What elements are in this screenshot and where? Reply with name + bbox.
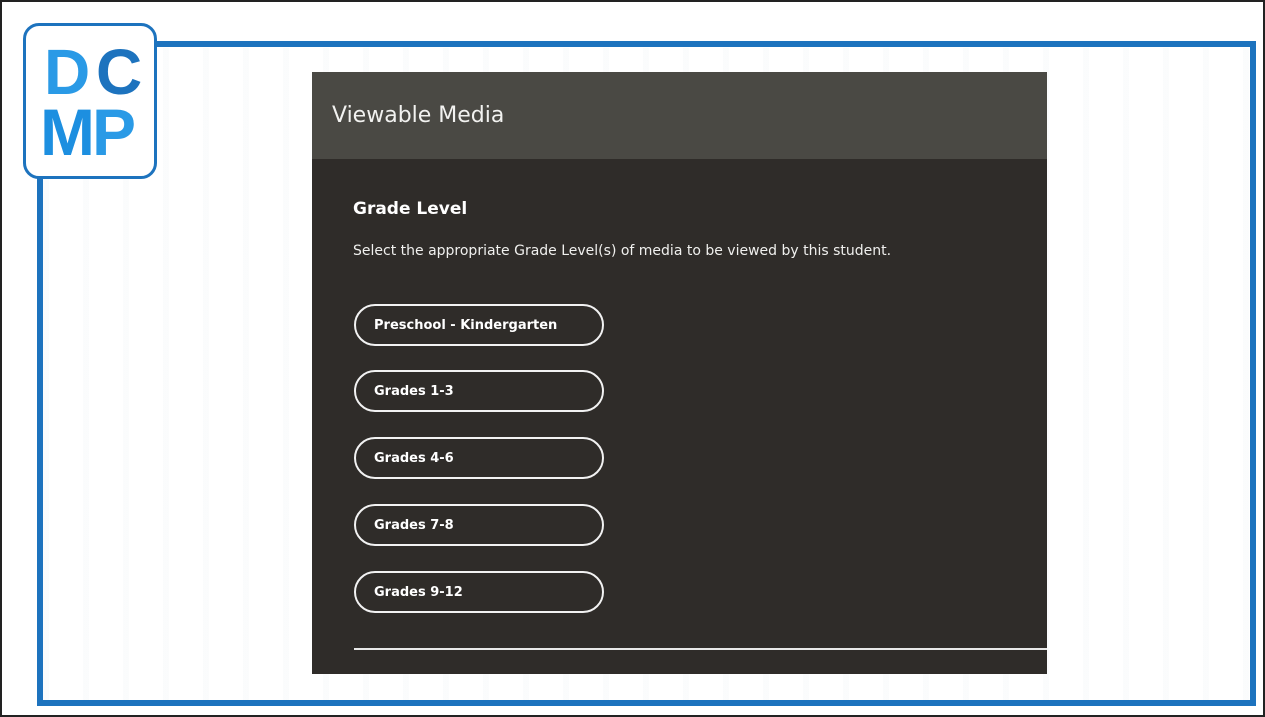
logo-letter-m: M <box>40 95 95 169</box>
dcmp-logo: D C M P <box>23 23 157 179</box>
slide: D C M P Viewable Media Grade Level Selec… <box>0 0 1265 717</box>
panel-title: Viewable Media <box>332 103 505 128</box>
grade-level-heading: Grade Level <box>353 199 468 219</box>
grade-option-preschool-kindergarten[interactable]: Preschool - Kindergarten <box>354 304 604 346</box>
grade-level-description: Select the appropriate Grade Level(s) of… <box>353 243 892 259</box>
grade-option-grades-9-12[interactable]: Grades 9-12 <box>354 571 604 613</box>
grade-option-grades-4-6[interactable]: Grades 4-6 <box>354 437 604 479</box>
viewable-media-panel: Viewable Media Grade Level Select the ap… <box>312 72 1047 674</box>
panel-header: Viewable Media <box>312 72 1047 159</box>
section-divider <box>354 648 1047 650</box>
grade-option-grades-1-3[interactable]: Grades 1-3 <box>354 370 604 412</box>
logo-letter-p: P <box>92 95 136 169</box>
grade-option-grades-7-8[interactable]: Grades 7-8 <box>354 504 604 546</box>
